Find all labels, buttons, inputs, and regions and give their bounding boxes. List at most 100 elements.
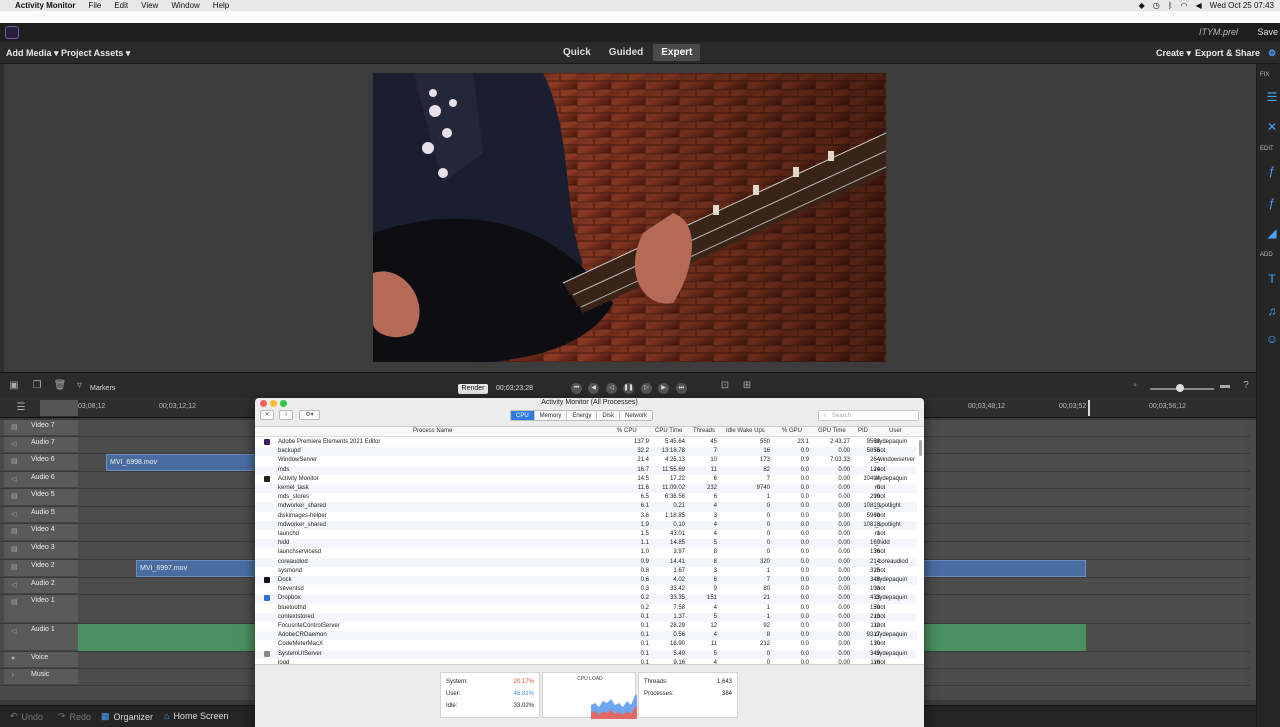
- frame-forward-icon[interactable]: ▷: [641, 383, 652, 394]
- menu-help[interactable]: Help: [213, 1, 229, 10]
- action-gear-icon[interactable]: ⚙▾: [299, 410, 320, 420]
- add-media-button[interactable]: Add Media ▾: [6, 48, 59, 59]
- goto-start-icon[interactable]: ⏮: [571, 383, 582, 394]
- table-scrollbar[interactable]: [919, 440, 922, 456]
- tab-expert[interactable]: Expert: [653, 44, 701, 61]
- project-assets-button[interactable]: Project Assets ▾: [61, 48, 130, 59]
- step-back-icon[interactable]: ◀: [588, 383, 599, 394]
- table-row[interactable]: fseventsd 0.3 33.42 9 80 0.0 0.00 103 root: [255, 585, 917, 594]
- track-header[interactable]: ▤ Video 1: [4, 595, 78, 623]
- add-track-icon[interactable]: [40, 400, 78, 416]
- goto-end-icon[interactable]: ⏭: [676, 383, 687, 394]
- tab-network[interactable]: Network: [620, 411, 653, 420]
- track-header[interactable]: ◁ Audio 7: [4, 437, 78, 453]
- track-options-icon[interactable]: ☰: [14, 402, 28, 413]
- titles-icon[interactable]: T: [1265, 272, 1279, 286]
- zoom-slider-handle[interactable]: [1176, 384, 1184, 392]
- menu-view[interactable]: View: [141, 1, 158, 10]
- help-icon[interactable]: ?: [1239, 380, 1253, 391]
- zoom-in-icon[interactable]: ▬: [1218, 380, 1232, 391]
- create-button[interactable]: Create ▾: [1156, 48, 1191, 59]
- fit-view-icon[interactable]: ⊡: [718, 380, 732, 391]
- adjust-sliders-icon[interactable]: ☰: [1265, 90, 1279, 104]
- duplicate-icon[interactable]: ❐: [30, 380, 44, 391]
- tab-quick[interactable]: Quick: [555, 44, 599, 61]
- col-process-name[interactable]: Process Name: [413, 428, 452, 434]
- track-header[interactable]: ▤ Video 3: [4, 542, 78, 559]
- save-button[interactable]: Save: [1257, 27, 1278, 37]
- table-row[interactable]: coreaudiod 0.9 14.41 8 320 0.0 0.00 214 _coreaud…: [255, 557, 917, 567]
- track-header[interactable]: ◁ Audio 6: [4, 472, 78, 488]
- undo-button[interactable]: ↶ Undo: [10, 711, 43, 722]
- table-row[interactable]: WindowServer 21.4 4:25.13 10 173 0.9 7:03.33 26…: [255, 456, 917, 465]
- tab-energy[interactable]: Energy: [567, 411, 598, 420]
- tab-cpu[interactable]: CPU: [511, 411, 535, 420]
- markers-button[interactable]: Markers: [90, 385, 115, 392]
- track-header[interactable]: ▤ Video 4: [4, 524, 78, 541]
- track-header[interactable]: ● Voice: [4, 652, 78, 668]
- table-row[interactable]: sysmond 0.8 1.67 3 1 0.0 0.00 325 root: [255, 567, 917, 576]
- music-icon[interactable]: ♫: [1265, 304, 1279, 318]
- marker-icon[interactable]: ▿: [77, 380, 82, 391]
- tab-memory[interactable]: Memory: [534, 411, 568, 420]
- col-gpu-time[interactable]: GPU Time: [818, 428, 846, 434]
- applied-effects-icon[interactable]: ƒ: [1265, 196, 1279, 210]
- track-header[interactable]: ♪ Music: [4, 669, 78, 685]
- col-gpu[interactable]: % GPU: [782, 428, 802, 434]
- redo-button[interactable]: ↷ Redo: [58, 711, 91, 722]
- table-row[interactable]: launchd 1.5 43.01 4 0 0.0 0.00 1 root: [255, 530, 917, 539]
- time-machine-icon[interactable]: ◷: [1153, 1, 1160, 10]
- table-row[interactable]: mds_stores 6.5 6:36.56 6 1 0.0 0.00 299 root: [255, 493, 917, 502]
- table-row[interactable]: mdworker_shared 1.9 0.10 4 0 0.0 0.00 10818 _spo…: [255, 520, 917, 530]
- menu-file[interactable]: File: [88, 1, 101, 10]
- col-cpu-time[interactable]: CPU Time: [655, 428, 682, 434]
- zoom-out-icon[interactable]: ◦: [1128, 380, 1142, 391]
- stop-process-icon[interactable]: ✕: [260, 410, 274, 420]
- bluetooth-icon[interactable]: ᛒ: [1168, 1, 1173, 10]
- track-header[interactable]: ◁ Audio 1: [4, 624, 78, 651]
- menu-window[interactable]: Window: [171, 1, 199, 10]
- render-button[interactable]: Render: [458, 384, 488, 394]
- table-row[interactable]: kernel_task 11.6 11:09.02 232 9740 0.0 0.00 0 ro…: [255, 484, 917, 494]
- search-input[interactable]: ⌕ Search: [818, 410, 919, 421]
- fullscreen-icon[interactable]: ⊞: [740, 380, 754, 391]
- table-row[interactable]: backupd 32.2 13:18.78 7 16 0.0 0.00 5855 root: [255, 447, 917, 457]
- tools-icon[interactable]: ✕: [1265, 120, 1279, 134]
- table-row[interactable]: Adobe Premiere Elements 2021 Editor 137.9…: [255, 438, 917, 447]
- video-preview[interactable]: [373, 73, 886, 362]
- organizer-button[interactable]: ▦ Organizer: [101, 711, 153, 722]
- graphics-icon[interactable]: ☺: [1265, 332, 1279, 346]
- tab-disk[interactable]: Disk: [597, 411, 621, 420]
- col-pid[interactable]: PID: [858, 428, 868, 434]
- transitions-icon[interactable]: ◢: [1265, 226, 1279, 240]
- track-header[interactable]: ◁ Audio 5: [4, 507, 78, 523]
- table-row[interactable]: CodeMeterMacX 0.1 16.90 11 212 0.0 0.00 130 root: [255, 640, 917, 649]
- trash-icon[interactable]: 🗑: [53, 380, 67, 391]
- menu-app-name[interactable]: Activity Monitor: [15, 1, 75, 10]
- export-share-button[interactable]: Export & Share: [1195, 48, 1260, 58]
- frame-back-icon[interactable]: ◁: [606, 383, 617, 394]
- table-row[interactable]: mdworker_shared 6.1 0.21 4 0 0.0 0.00 10810 _spo…: [255, 502, 917, 512]
- table-row[interactable]: Activity Monitor 14.5 17.22 6 7 0.0 0.00 10494 c…: [255, 475, 917, 484]
- play-icon[interactable]: ❚❚: [623, 383, 634, 394]
- volume-icon[interactable]: ◀: [1196, 1, 1202, 10]
- effects-icon[interactable]: ƒ: [1265, 164, 1279, 178]
- col-user[interactable]: User: [889, 428, 902, 434]
- camera-icon[interactable]: ▣: [7, 380, 21, 391]
- table-row[interactable]: SystemUIServer 0.1 5.49 5 0 0.0 0.00 349 clydepa…: [255, 649, 917, 659]
- table-row[interactable]: hidd 1.1 14.85 5 0 0.0 0.00 160 _hidd: [255, 539, 917, 549]
- table-row[interactable]: mds 16.7 11:55.69 11 82 0.0 0.00 124 root: [255, 465, 917, 475]
- tab-guided[interactable]: Guided: [601, 44, 651, 61]
- table-row[interactable]: bluetoothd 0.2 7.58 4 1 0.0 0.00 159 root: [255, 604, 917, 613]
- col-threads[interactable]: Threads: [693, 428, 715, 434]
- step-forward-icon[interactable]: ▶: [658, 383, 669, 394]
- track-header[interactable]: ▤ Video 7: [4, 420, 78, 436]
- table-row[interactable]: contextstored 0.1 1.37 5 1 0.0 0.00 213 root: [255, 612, 917, 622]
- track-header[interactable]: ▤ Video 2: [4, 560, 78, 577]
- table-row[interactable]: AdobeCRDaemon 0.1 0.56 4 8 0.0 0.00 9317 clydepa…: [255, 631, 917, 641]
- table-row[interactable]: Dock 0.6 4.02 6 7 0.0 0.00 348 clydepaquin: [255, 576, 917, 586]
- home-screen-button[interactable]: ⌂ Home Screen: [164, 711, 228, 721]
- table-row[interactable]: FocusriteControlServer 0.1 28.29 12 92 0.0 0.0…: [255, 622, 917, 631]
- track-header[interactable]: ◁ Audio 2: [4, 578, 78, 594]
- menu-edit[interactable]: Edit: [114, 1, 128, 10]
